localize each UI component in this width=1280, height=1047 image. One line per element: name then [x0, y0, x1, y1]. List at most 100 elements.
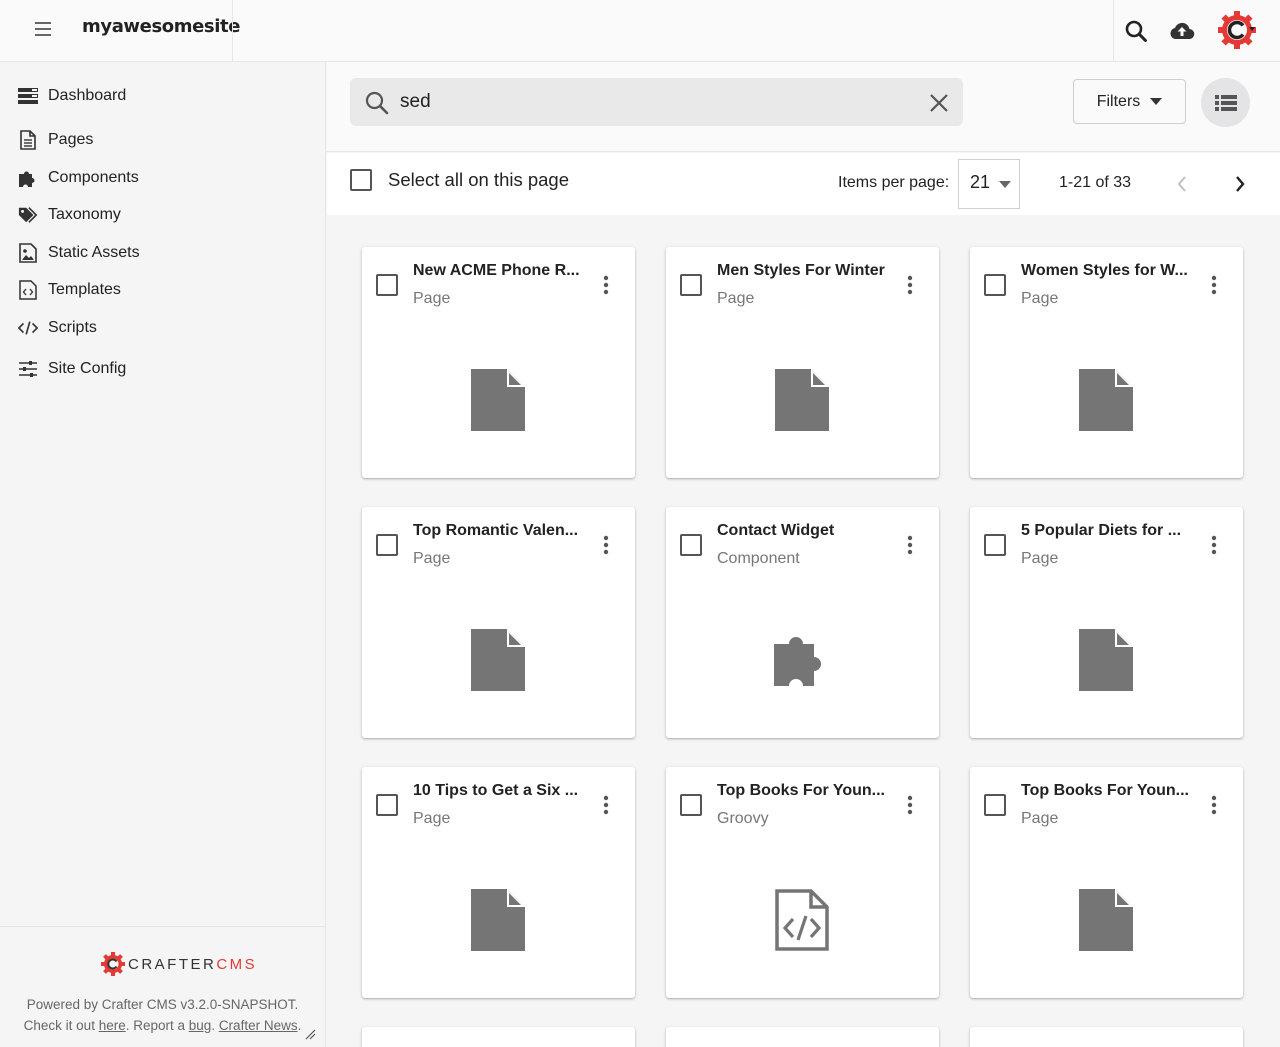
card-checkbox[interactable] [680, 274, 702, 296]
page-icon [1076, 887, 1136, 953]
view-mode-button[interactable] [1201, 78, 1250, 127]
search-input[interactable] [400, 86, 900, 118]
card-options-button[interactable] [594, 271, 618, 299]
card-type: Groovy [717, 810, 769, 827]
cloud-upload-icon [1170, 22, 1195, 40]
more-vertical-icon [1211, 795, 1217, 815]
select-all-checkbox[interactable]: Select all on this page [350, 169, 569, 191]
card-checkbox[interactable] [376, 534, 398, 556]
result-card[interactable] [362, 1027, 635, 1047]
more-vertical-icon [907, 535, 913, 555]
card-title[interactable]: 10 Tips to Get a Six ... [413, 782, 583, 800]
sidebar-item-label: Taxonomy [48, 206, 121, 223]
result-card[interactable]: 10 Tips to Get a Six ... Page [362, 767, 635, 998]
caret-down-icon [999, 181, 1011, 188]
crafter-logo-icon [1218, 11, 1256, 49]
sidebar-item-static-assets[interactable]: Static Assets [18, 238, 140, 268]
card-title[interactable]: Top Books For Youn... [1021, 782, 1191, 800]
sidebar-item-taxonomy[interactable]: Taxonomy [18, 200, 121, 230]
clear-search-icon[interactable] [926, 90, 952, 116]
previous-page-button[interactable] [1167, 169, 1197, 199]
crafter-news-link[interactable]: Crafter News [219, 1018, 298, 1033]
card-type: Page [717, 290, 755, 307]
filters-button[interactable]: Filters [1073, 79, 1186, 124]
resize-handle-icon[interactable] [304, 1028, 316, 1040]
card-checkbox[interactable] [680, 794, 702, 816]
crafter-logo-text: CRAFTERCMS [128, 956, 257, 973]
card-title[interactable]: Top Books For Youn... [717, 782, 887, 800]
card-options-button[interactable] [898, 531, 922, 559]
items-per-page-value: 21 [970, 172, 991, 192]
global-search-button[interactable] [1119, 14, 1153, 48]
menu-toggle-button[interactable] [28, 16, 60, 42]
chevron-left-icon [1177, 176, 1186, 192]
card-options-button[interactable] [594, 791, 618, 819]
checkbox[interactable] [350, 169, 372, 191]
result-card[interactable]: Top Books For Youn... Page [970, 767, 1243, 998]
here-link[interactable]: here [99, 1018, 126, 1033]
card-checkbox[interactable] [984, 274, 1006, 296]
card-checkbox[interactable] [376, 794, 398, 816]
code-file-icon [772, 887, 832, 953]
result-card[interactable]: Top Books For Youn... Groovy [666, 767, 939, 998]
card-options-button[interactable] [898, 271, 922, 299]
sidebar-item-components[interactable]: Components [18, 163, 139, 193]
card-title[interactable]: Women Styles for W... [1021, 262, 1191, 280]
card-type: Component [717, 550, 800, 567]
result-card[interactable] [666, 1027, 939, 1047]
sidebar-item-dashboard[interactable]: Dashboard [18, 81, 126, 111]
page-icon [18, 130, 38, 150]
crafter-menu-button[interactable] [1215, 8, 1259, 52]
filters-label: Filters [1096, 92, 1141, 110]
card-title[interactable]: Men Styles For Winter [717, 262, 887, 280]
sidebar-item-label: Pages [48, 131, 94, 148]
sidebar-item-scripts[interactable]: Scripts [18, 313, 97, 343]
divider [1113, 0, 1114, 62]
card-options-button[interactable] [1202, 531, 1226, 559]
card-type: Page [1021, 550, 1059, 567]
select-all-label: Select all on this page [388, 169, 570, 190]
card-checkbox[interactable] [680, 534, 702, 556]
card-options-button[interactable] [1202, 791, 1226, 819]
sidebar-item-label: Dashboard [48, 87, 127, 104]
result-card[interactable]: Contact Widget Component [666, 507, 939, 738]
items-per-page-label: Items per page: [838, 174, 950, 191]
tags-icon [18, 205, 38, 225]
card-title[interactable]: New ACME Phone R... [413, 262, 583, 280]
list-view-icon [1214, 94, 1237, 111]
card-options-button[interactable] [594, 531, 618, 559]
result-card[interactable]: New ACME Phone R... Page [362, 247, 635, 478]
logo-word: CRAFTER [128, 955, 217, 973]
card-title[interactable]: Contact Widget [717, 522, 887, 540]
hamburger-icon [35, 22, 51, 36]
site-name[interactable]: myawesomesite [82, 16, 240, 37]
result-card[interactable]: 5 Popular Diets for ... Page [970, 507, 1243, 738]
pagination-range: 1-21 of 33 [1059, 174, 1132, 191]
card-checkbox[interactable] [984, 534, 1006, 556]
card-checkbox[interactable] [376, 274, 398, 296]
result-card[interactable] [970, 1027, 1243, 1047]
page-icon [468, 367, 528, 433]
divider [232, 0, 233, 62]
sidebar-item-site-config[interactable]: Site Config [18, 354, 126, 384]
sidebar-item-label: Site Config [48, 360, 127, 377]
bug-link[interactable]: bug [189, 1018, 212, 1033]
card-title[interactable]: Top Romantic Valen... [413, 522, 583, 540]
card-title[interactable]: 5 Popular Diets for ... [1021, 522, 1191, 540]
card-options-button[interactable] [898, 791, 922, 819]
page-icon [1076, 367, 1136, 433]
more-vertical-icon [603, 275, 609, 295]
items-per-page-select[interactable]: 21 [958, 159, 1020, 209]
publish-button[interactable] [1165, 14, 1199, 48]
next-page-button[interactable] [1225, 169, 1255, 199]
card-checkbox[interactable] [984, 794, 1006, 816]
result-card[interactable]: Women Styles for W... Page [970, 247, 1243, 478]
footer-links: Check it out here. Report a bug. Crafter… [0, 1018, 325, 1033]
page-icon [1076, 627, 1136, 693]
sidebar-item-templates[interactable]: Templates [18, 275, 121, 305]
result-card[interactable]: Top Romantic Valen... Page [362, 507, 635, 738]
powered-by-text: Powered by Crafter CMS v3.2.0-SNAPSHOT. [26, 997, 299, 1012]
card-options-button[interactable] [1202, 271, 1226, 299]
result-card[interactable]: Men Styles For Winter Page [666, 247, 939, 478]
sidebar-item-pages[interactable]: Pages [18, 125, 93, 155]
